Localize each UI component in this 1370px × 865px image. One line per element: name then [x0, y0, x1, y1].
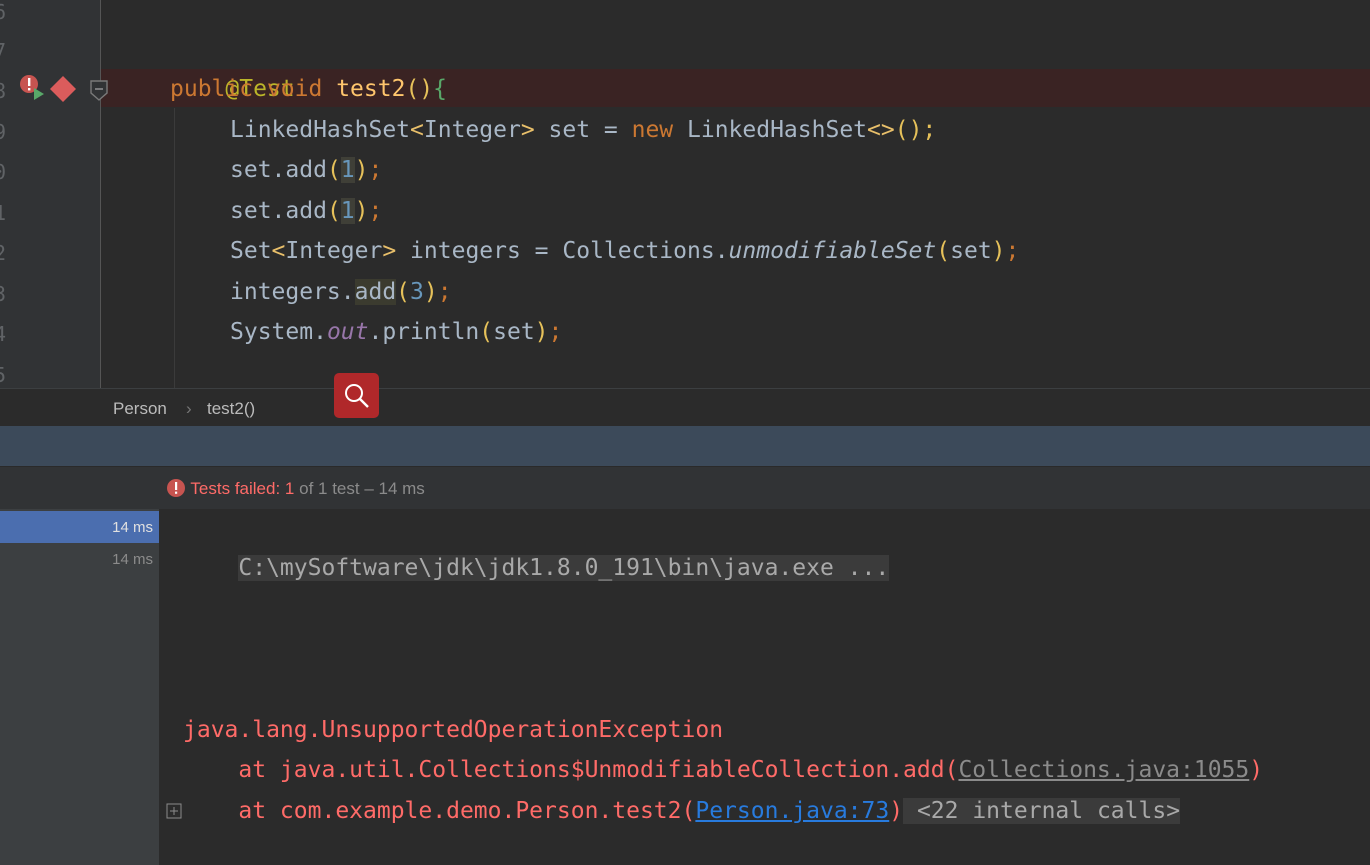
test-duration: 14 ms [112, 551, 153, 568]
code-editor[interactable]: 6 7 8 9 0 1 2 3 4 5 @Test public void te… [0, 0, 1370, 388]
gutter: 6 7 8 9 0 1 2 3 4 5 [0, 0, 108, 388]
breakpoint-icon[interactable] [49, 75, 77, 103]
source-link[interactable]: Collections.java:1055 [958, 757, 1249, 783]
code-line: System.out.println(set); [230, 319, 563, 345]
stack-trace-line: at com.example.demo.Person.test2(Person.… [183, 798, 1181, 824]
line-number: 6 [0, 0, 7, 24]
fold-icon[interactable] [89, 80, 109, 102]
command-fold[interactable]: C:\mySoftware\jdk\jdk1.8.0_191\bin\java.… [238, 555, 890, 581]
test-duration: 14 ms [112, 519, 153, 536]
code-line-method-signature: public void test2(){ [170, 76, 448, 102]
line-number: 4 [0, 322, 7, 346]
line-number: 7 [0, 39, 7, 63]
indent-guide [174, 108, 175, 388]
stack-trace-line: at java.util.Collections$UnmodifiableCol… [183, 757, 1264, 783]
line-number: 8 [0, 79, 7, 103]
console-output[interactable]: C:\mySoftware\jdk\jdk1.8.0_191\bin\java.… [160, 509, 1370, 865]
code-line: @Test [225, 76, 295, 102]
status-label: Tests failed: [190, 479, 285, 498]
test-status: Tests failed: 1 of 1 test – 14 ms [166, 478, 425, 499]
test-tree-item[interactable]: 14 ms [0, 543, 159, 575]
source-link[interactable]: Person.java:73 [695, 798, 889, 824]
search-button[interactable] [334, 373, 379, 418]
breadcrumb-method[interactable]: test2() [207, 399, 255, 419]
internal-calls-fold[interactable]: <22 internal calls> [903, 798, 1181, 824]
line-number: 5 [0, 363, 7, 387]
code-line: set.add(1); [230, 198, 383, 224]
line-number: 1 [0, 201, 7, 225]
breadcrumb-class[interactable]: Person [113, 399, 167, 419]
test-tree: 14 ms 14 ms [0, 509, 160, 865]
test-tree-item-selected[interactable]: 14 ms [0, 511, 159, 543]
breadcrumb: Person › test2() [0, 388, 1370, 427]
line-number: 2 [0, 241, 7, 265]
line-number: 0 [0, 160, 7, 184]
code-line: LinkedHashSet<Integer> set = new LinkedH… [230, 117, 937, 143]
code-line: Set<Integer> integers = Collections.unmo… [230, 238, 1020, 264]
run-status-bar: Tests failed: 1 of 1 test – 14 ms [0, 466, 1370, 510]
failed-count: 1 [284, 479, 295, 498]
search-icon [345, 384, 369, 408]
exception-line: java.lang.UnsupportedOperationException [183, 717, 724, 743]
code-line: integers.add(3); [230, 279, 452, 305]
status-summary: of 1 test – 14 ms [294, 479, 425, 498]
error-icon [167, 479, 185, 497]
expand-icon[interactable] [166, 803, 182, 819]
console-command-line: C:\mySoftware\jdk\jdk1.8.0_191\bin\java.… [183, 508, 890, 581]
code-line: set.add(1); [230, 157, 383, 183]
tool-window-divider[interactable] [0, 426, 1370, 466]
breadcrumb-separator-icon: › [186, 399, 192, 418]
test-failed-run-icon[interactable] [18, 74, 46, 102]
line-number: 9 [0, 120, 7, 144]
line-number: 3 [0, 282, 7, 306]
